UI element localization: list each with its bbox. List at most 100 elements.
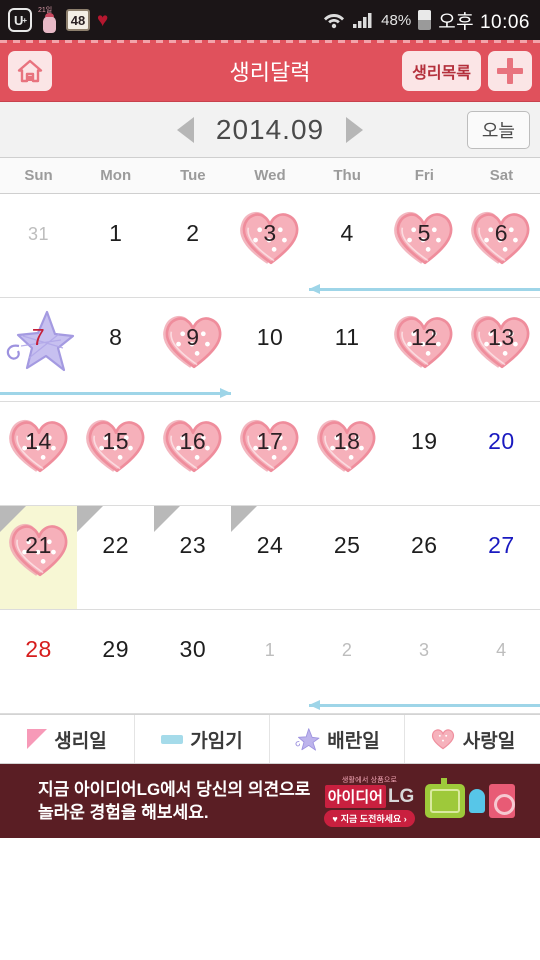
calendar-day-cell[interactable]: 3 [231,194,308,297]
calendar-day-cell[interactable]: 25 [309,506,386,609]
calendar-day-cell[interactable]: 1 [231,610,308,713]
add-record-button[interactable] [488,50,532,91]
weekday-mon: Mon [100,167,132,184]
calendar-day-cell[interactable]: 15 [77,402,154,505]
ad-brand-tagline: 생활에서 상품으로 [341,777,398,784]
legend-item-love[interactable]: 사랑일 [405,715,540,763]
day-number-label: 26 [410,532,438,558]
day-number-label: 16 [179,428,207,454]
calendar-day-cell[interactable]: 9 [154,298,231,401]
day-number-label: 11 [334,324,360,350]
status-bar-left: U + 21일 48 ♥ [8,7,108,33]
calendar-day-cell[interactable]: 26 [386,506,463,609]
weekday-header: Sun Mon Tue Wed Thu Fri Sat [0,158,540,194]
calendar-day-cell[interactable]: 8 [77,298,154,401]
period-triangle-icon [27,729,48,749]
wifi-icon [324,14,345,29]
calendar-day-cell[interactable]: 4 [309,194,386,297]
ad-brand-block: 생활에서 상품으로 아이디어 LG ♥ 지금 도전하세요 › [324,775,415,827]
heart-icon: ♥ [97,9,109,31]
calendar-day-cell[interactable]: 22 [77,506,154,609]
calendar-day-cell[interactable]: 6 [463,194,540,297]
love-heart-icon [431,729,454,750]
doll-shape-icon [42,13,56,33]
day-number-label: 3 [263,220,277,246]
weekday-thu: Thu [333,167,361,184]
calendar-day-cell[interactable]: 21 [0,506,78,609]
weekday-sun: Sun [24,167,53,184]
home-icon [17,59,43,82]
ad-cta-button[interactable]: ♥ 지금 도전하세요 › [324,810,415,827]
legend-label-fertile: 가임기 [190,730,243,752]
day-number-label: 4 [496,640,507,660]
calendar-day-cell[interactable]: 11 [309,298,386,401]
ad-cta-heart-icon: ♥ [332,813,338,824]
calendar-day-cell[interactable]: 5 [386,194,463,297]
calendar-day-cell[interactable]: 2 [309,610,386,713]
bulb-icon [468,789,485,813]
character-icon: 21일 [38,7,59,33]
next-month-button[interactable] [346,116,364,143]
legend-item-period[interactable]: 생리일 [0,715,135,763]
day-number-label: 2 [341,640,353,660]
day-number-label: 5 [417,220,431,246]
calendar-day-cell[interactable]: 28 [0,610,77,713]
ad-banner[interactable]: 지금 아이디어LG에서 당신의 의견으로 놀라운 경험을 해보세요. 생활에서 … [0,764,540,838]
day-number-label: 7 [31,324,46,350]
legend-label-period: 생리일 [54,730,107,752]
calendar-day-cell[interactable]: 3 [386,610,463,713]
calendar-day-cell[interactable]: 7 [0,298,77,401]
legend-bar: 생리일 가임기 배란일 사랑일 [0,714,540,764]
day-number-label: 13 [488,324,515,350]
calendar-day-cell[interactable]: 12 [386,298,463,401]
calendar-grid: 31 1 2 34 5 6 78 9 10 11 12 13 14 15 16 … [0,194,540,714]
calendar-day-cell[interactable]: 4 [463,610,540,713]
calendar-day-cell[interactable]: 30 [154,610,231,713]
calendar-day-cell[interactable]: 1 [77,194,154,297]
calendar-day-cell[interactable]: 2 [154,194,231,297]
legend-item-ovulation[interactable]: 배란일 [270,715,405,763]
day-number-label: 1 [109,220,123,246]
calendar-day-cell[interactable]: 10 [231,298,308,401]
prev-month-button[interactable] [176,116,194,143]
calendar-week-row: 14 15 16 17 18 19 20 [0,402,540,506]
day-number-label: 18 [333,428,361,454]
day-number-label: 20 [488,428,515,454]
calendar-day-cell[interactable]: 23 [154,506,231,609]
day-number-label: 27 [488,532,515,558]
calendar-week-row: 7 8 9 10 11 12 13 [0,298,540,402]
calendar-day-cell[interactable]: 13 [463,298,540,401]
battery-percent-label: 48% [381,11,412,29]
calendar-day-cell[interactable]: 29 [77,610,154,713]
calendar-day-cell[interactable]: 20 [463,402,540,505]
ad-brand-lg: LG [387,785,415,807]
calendar-day-cell[interactable]: 27 [463,506,540,609]
ad-cta-label: 지금 도전하세요 › [340,814,407,824]
ovulation-star-icon [295,728,320,751]
day-number-label: 28 [25,636,52,662]
day-number-label: 29 [102,636,129,662]
legend-item-fertile[interactable]: 가임기 [135,715,270,763]
day-number-label: 4 [340,220,354,246]
calendar-day-cell[interactable]: 17 [231,402,308,505]
day-number-label: 25 [333,532,361,558]
status-bar-right: 48% 오후 10:06 [323,7,530,34]
calendar-day-cell[interactable]: 14 [0,402,77,505]
memo-corner-icon [231,506,258,532]
calendar-day-cell[interactable]: 31 [0,194,77,297]
calendar-day-cell[interactable]: 24 [231,506,308,609]
day-number-label: 17 [256,428,284,454]
day-number-label: 3 [419,640,430,660]
period-list-button[interactable]: 생리목록 [402,50,481,91]
ad-copy-text: 지금 아이디어LG에서 당신의 의견으로 놀라운 경험을 해보세요. [38,780,311,822]
day-number-label: 24 [256,532,284,558]
package-icon [488,784,515,818]
day-number-label: 9 [186,324,200,350]
memo-corner-icon [154,506,181,532]
current-month-label: 2014.09 [215,113,325,145]
today-button[interactable]: 오늘 [466,111,530,149]
home-button[interactable] [8,50,52,91]
calendar-day-cell[interactable]: 18 [309,402,386,505]
calendar-day-cell[interactable]: 19 [386,402,463,505]
calendar-day-cell[interactable]: 16 [154,402,231,505]
